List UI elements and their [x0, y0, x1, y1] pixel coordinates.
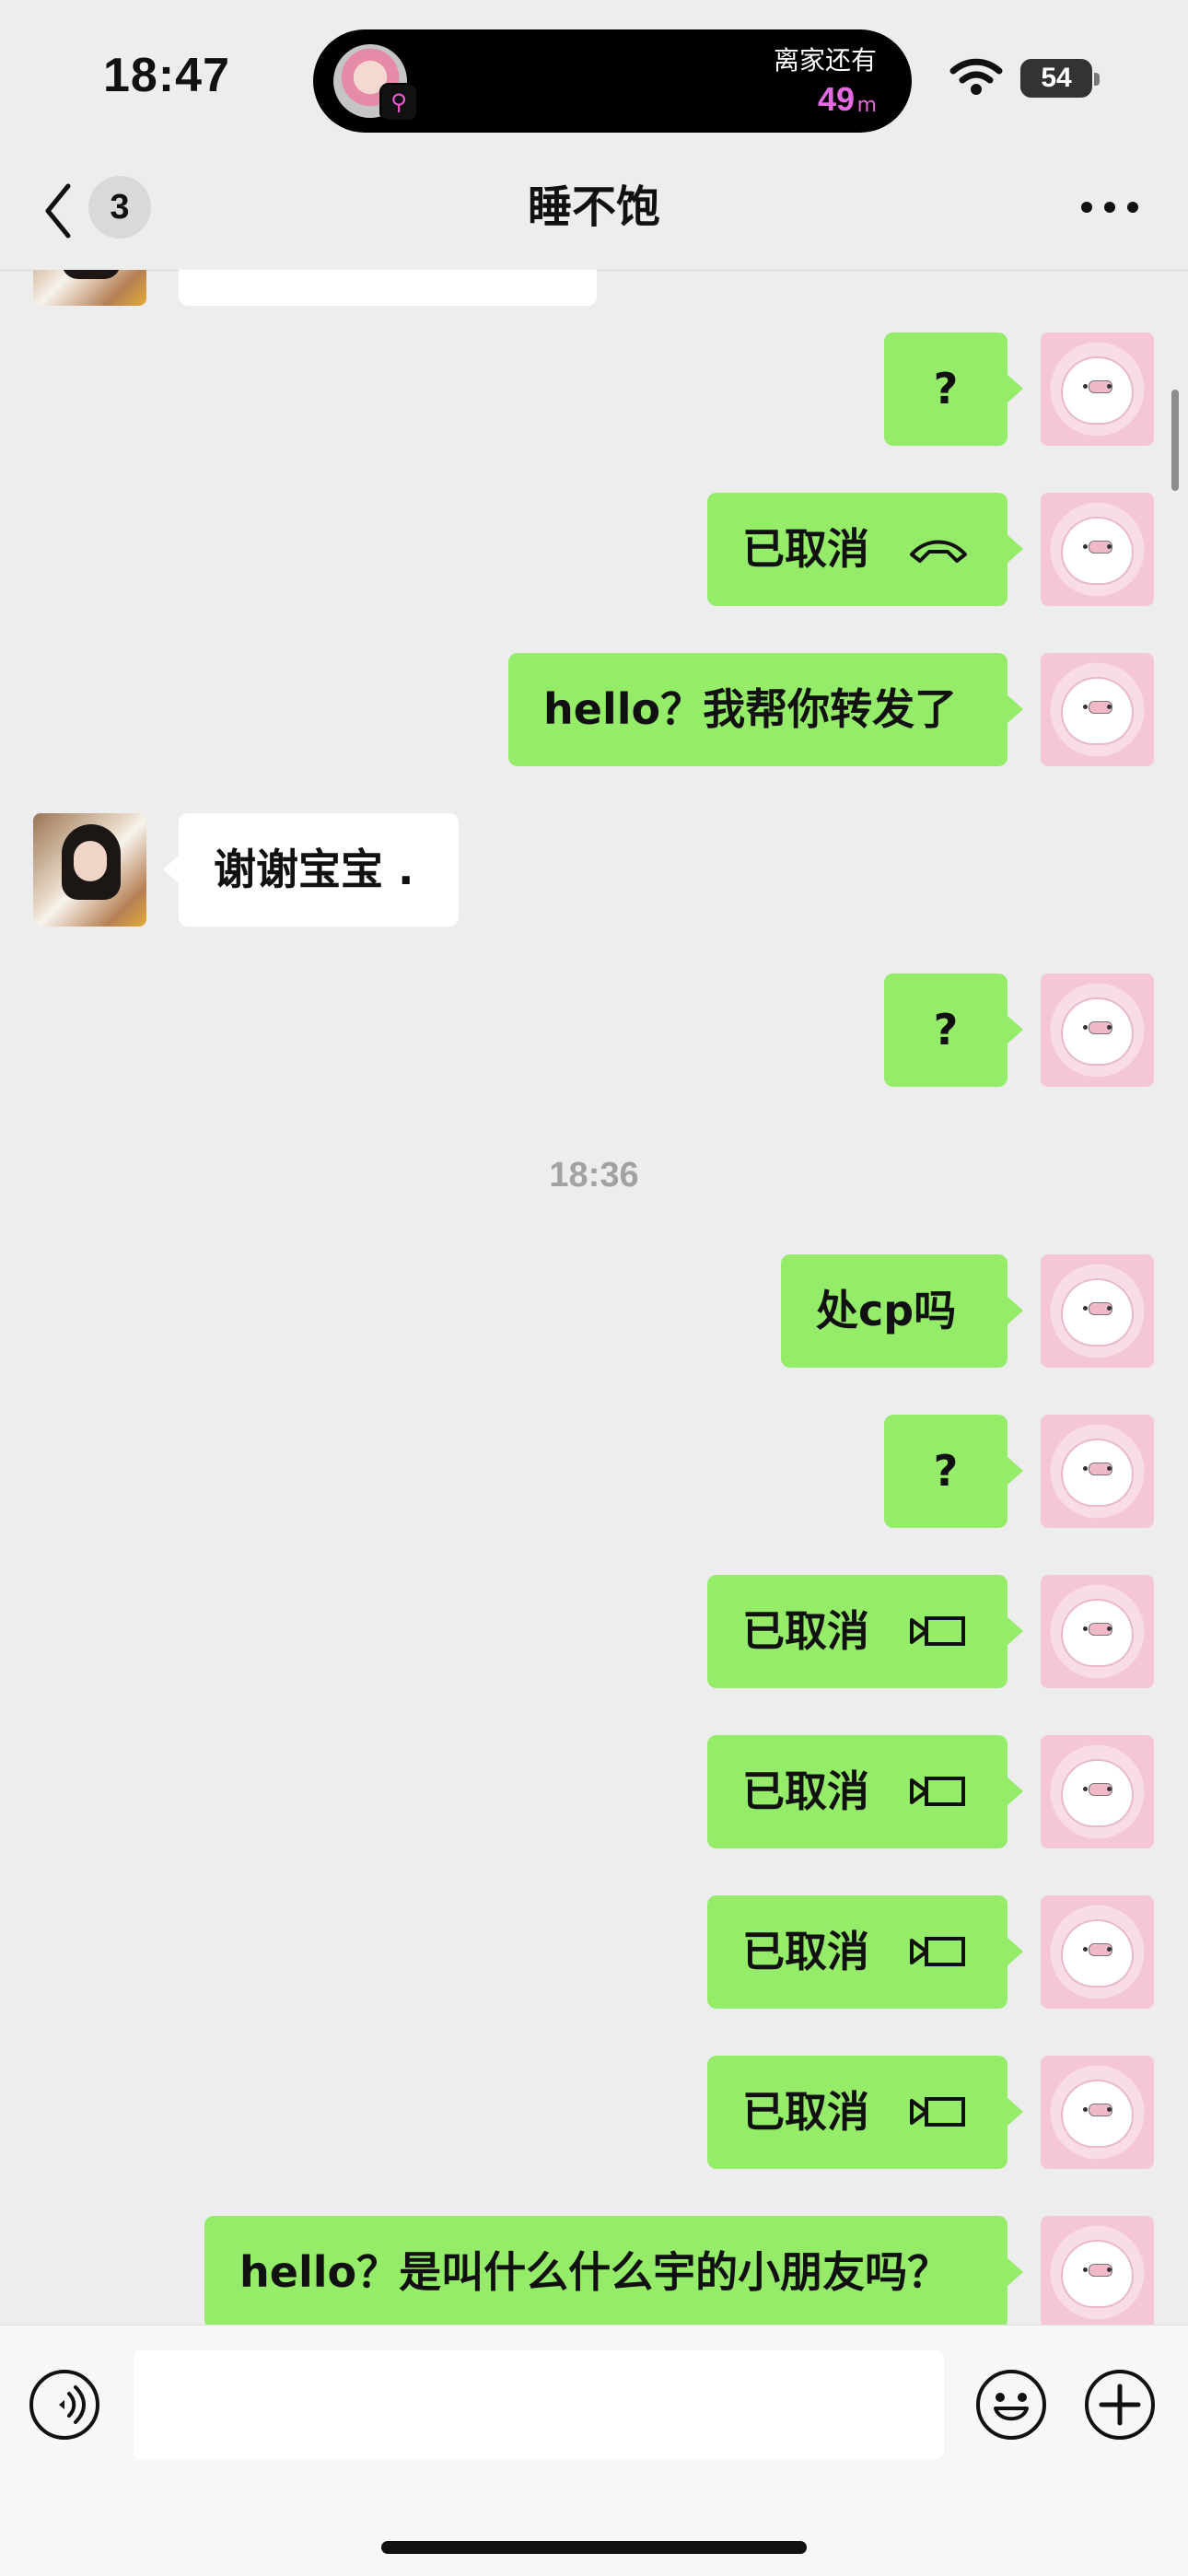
back-chevron-icon[interactable]: [41, 179, 77, 243]
message-input-bar: [0, 2325, 1188, 2576]
message-bubble[interactable]: ?: [884, 973, 1023, 1087]
bow-icon: [1089, 1021, 1112, 1034]
message-bubble[interactable]: ?: [884, 1415, 1023, 1528]
cat-avatar-icon: [1063, 2242, 1132, 2306]
my-avatar[interactable]: [1041, 1735, 1154, 1848]
message-text: 已取消: [742, 524, 869, 574]
message-bubble[interactable]: ?: [884, 332, 1023, 446]
cat-avatar-icon: [1063, 1761, 1132, 1825]
cat-avatar-icon: [1063, 999, 1132, 1064]
my-avatar[interactable]: [1041, 1415, 1154, 1528]
cat-avatar-icon: [1063, 2081, 1132, 2146]
message-text: 已取消: [742, 1766, 869, 1816]
emoji-button[interactable]: [974, 2368, 1048, 2442]
partial-friend-message: [0, 270, 1188, 306]
message-row-me: ?: [0, 973, 1188, 1087]
friend-avatar[interactable]: [33, 813, 146, 927]
my-avatar[interactable]: [1041, 973, 1154, 1087]
message-row-me: 已取消: [0, 1575, 1188, 1688]
my-avatar[interactable]: [1041, 1895, 1154, 2009]
bow-icon: [1089, 1783, 1112, 1796]
home-indicator[interactable]: [381, 2541, 807, 2554]
message-bubble[interactable]: hello？是叫什么什么宇的小朋友吗？: [204, 2216, 1023, 2325]
status-time: 18:47: [103, 49, 230, 102]
message-list[interactable]: ? 已取消 hello？我帮你转发了 谢谢宝宝 . ? 18:36 处cp吗 ?: [0, 270, 1188, 2325]
cat-avatar-icon: [1063, 1601, 1132, 1665]
voice-input-button[interactable]: [28, 2368, 101, 2442]
my-avatar[interactable]: [1041, 1575, 1154, 1688]
message-bubble[interactable]: 已取消: [707, 2056, 1023, 2169]
chat-title: 睡不饱: [527, 181, 660, 233]
cat-avatar-icon: [1063, 1440, 1132, 1505]
cat-avatar-icon: [1063, 679, 1132, 743]
message-row-me: 已取消: [0, 1895, 1188, 2009]
video-call-icon: [910, 1936, 966, 1966]
bow-icon: [1089, 1943, 1112, 1956]
wifi-icon: [949, 58, 1003, 95]
message-row-me: ?: [0, 1415, 1188, 1528]
bow-icon: [1089, 2264, 1112, 2277]
message-bubble[interactable]: 已取消: [707, 1735, 1023, 1848]
battery-cap-icon: [1094, 73, 1100, 86]
message-input[interactable]: [134, 2350, 944, 2459]
battery-percentage: 54: [1041, 63, 1072, 93]
message-row-me: 已取消: [0, 2056, 1188, 2169]
message-text: 已取消: [742, 1606, 869, 1656]
cat-avatar-icon: [1063, 519, 1132, 583]
message-row-me: 已取消: [0, 1735, 1188, 1848]
message-bubble[interactable]: 已取消: [707, 1895, 1023, 2009]
walking-icon: ⚲: [379, 83, 418, 122]
bow-icon: [1089, 701, 1112, 714]
bow-icon: [1089, 1623, 1112, 1636]
message-text: 已取消: [742, 2087, 869, 2137]
message-bubble[interactable]: 处cp吗: [781, 1254, 1023, 1368]
cat-avatar-icon: [1063, 358, 1132, 423]
activity-unit: m: [856, 94, 877, 117]
bow-icon: [1089, 380, 1112, 393]
battery-icon: 54: [1020, 59, 1092, 98]
message-row-me: 处cp吗: [0, 1254, 1188, 1368]
friend-avatar[interactable]: [33, 270, 146, 306]
activity-label: 离家还有: [773, 45, 877, 76]
activity-distance: 49: [817, 80, 855, 118]
cat-avatar-icon: [1063, 1921, 1132, 1986]
bow-icon: [1089, 2104, 1112, 2116]
message-row-me: 已取消: [0, 493, 1188, 606]
status-bar: 18:47 ⚲ 离家还有 49 m 54: [0, 0, 1188, 157]
cat-avatar-icon: [1063, 1280, 1132, 1345]
message-scrollbar[interactable]: [1171, 390, 1179, 491]
bow-icon: [1089, 1463, 1112, 1475]
bow-icon: [1089, 1302, 1112, 1315]
message-timestamp: 18:36: [549, 1156, 639, 1195]
my-avatar[interactable]: [1041, 493, 1154, 606]
message-row-me: hello？是叫什么什么宇的小朋友吗？: [0, 2216, 1188, 2325]
my-avatar[interactable]: [1041, 332, 1154, 446]
live-activity-island[interactable]: ⚲ 离家还有 49 m: [313, 29, 912, 133]
video-call-icon: [910, 1776, 966, 1806]
phone-icon: [910, 540, 968, 563]
video-call-icon: [910, 1615, 966, 1646]
my-avatar[interactable]: [1041, 1254, 1154, 1368]
message-text: 已取消: [742, 1927, 869, 1976]
video-call-icon: [910, 2096, 966, 2127]
bow-icon: [1089, 541, 1112, 554]
chat-header: 3 睡不饱: [0, 157, 1188, 271]
unread-count-badge[interactable]: 3: [88, 176, 151, 239]
my-avatar[interactable]: [1041, 2056, 1154, 2169]
my-avatar[interactable]: [1041, 2216, 1154, 2325]
message-row-me: hello？我帮你转发了: [0, 653, 1188, 766]
my-avatar[interactable]: [1041, 653, 1154, 766]
message-row-friend: 谢谢宝宝 .: [0, 813, 1188, 927]
more-options-icon[interactable]: [1077, 193, 1142, 221]
message-bubble[interactable]: 已取消: [707, 1575, 1023, 1688]
previous-message-bubble[interactable]: [179, 270, 597, 306]
avatar-face: [74, 841, 107, 881]
message-bubble[interactable]: 已取消: [707, 493, 1023, 606]
message-bubble[interactable]: 谢谢宝宝 .: [163, 813, 459, 927]
add-attachment-button[interactable]: [1083, 2368, 1157, 2442]
message-bubble[interactable]: hello？我帮你转发了: [508, 653, 1023, 766]
avatar-hair: [62, 270, 121, 279]
message-row-me: ?: [0, 332, 1188, 446]
